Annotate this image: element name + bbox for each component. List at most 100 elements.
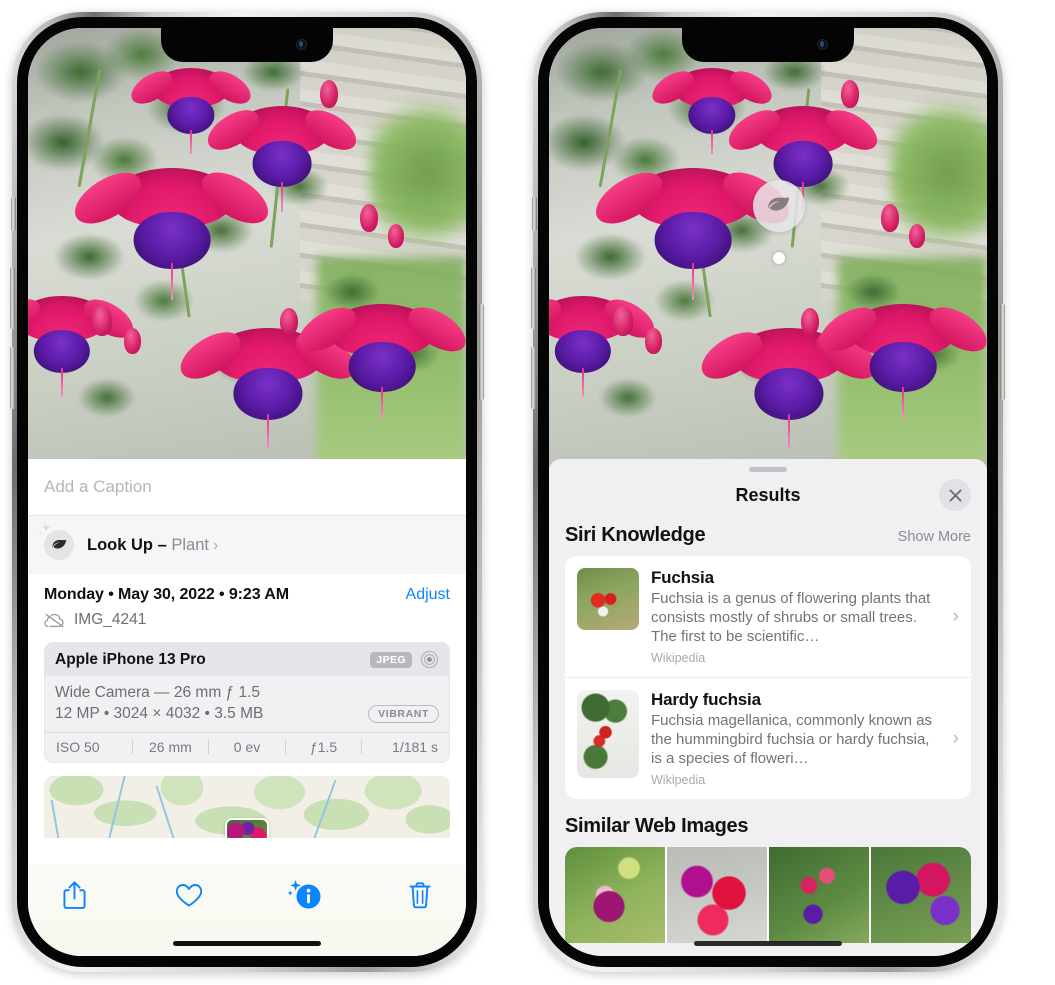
iphone-left-photo-info: Add a Caption Look Up – Plant › Monday •… (10, 12, 484, 972)
home-indicator[interactable] (173, 941, 321, 946)
knowledge-text: Fuchsia Fuchsia is a genus of flowering … (651, 568, 959, 665)
knowledge-source: Wikipedia (651, 651, 706, 666)
show-more-button[interactable]: Show More (898, 529, 971, 545)
photo-blossom (851, 304, 955, 420)
similar-image[interactable] (667, 847, 767, 944)
file-row: IMG_4241 (44, 604, 450, 629)
knowledge-description: Fuchsia is a genus of flowering plants t… (651, 590, 931, 646)
power-button[interactable] (1000, 304, 1005, 400)
map-section[interactable] (28, 776, 466, 838)
file-name: IMG_4241 (74, 611, 147, 628)
exif-shutter: 1/181 s (392, 739, 438, 755)
knowledge-source: Wikipedia (651, 773, 706, 788)
spec-line: 12 MP • 3024 × 4032 • 3.5 MB (55, 705, 264, 722)
volume-down-button[interactable] (10, 347, 15, 409)
caption-field[interactable]: Add a Caption (28, 459, 466, 516)
aperture-icon (420, 650, 439, 669)
front-camera-icon (296, 39, 307, 50)
photo-blossom (330, 304, 434, 420)
screen-right: Results Siri Knowledge Show More Fuchsia… (549, 28, 987, 956)
photo-bud (388, 224, 404, 248)
exif-aperture: ƒ1.5 (309, 739, 338, 755)
similar-image[interactable] (769, 847, 869, 944)
camera-badges: JPEG (370, 650, 439, 669)
look-up-dash: – (153, 535, 172, 554)
similar-web-images-strip[interactable] (565, 847, 971, 944)
results-header: Results (549, 472, 987, 518)
volume-up-button[interactable] (531, 267, 536, 329)
home-indicator[interactable] (694, 941, 842, 946)
screen-left: Add a Caption Look Up – Plant › Monday •… (28, 28, 466, 956)
photo-bud (320, 80, 338, 108)
knowledge-description: Fuchsia magellanica, commonly known as t… (651, 712, 932, 768)
photo-info-sheet: Add a Caption Look Up – Plant › Monday •… (28, 459, 466, 956)
date-row: Monday • May 30, 2022 • 9:23 AM Adjust (44, 574, 450, 604)
iphone-right-visual-lookup-results: Results Siri Knowledge Show More Fuchsia… (531, 12, 1005, 972)
look-up-label-group: Look Up – Plant › (87, 536, 218, 555)
photo-blossom (236, 106, 328, 212)
results-sheet: Results Siri Knowledge Show More Fuchsia… (549, 459, 987, 956)
adjust-button[interactable]: Adjust (406, 586, 450, 604)
visual-lookup-anchor-dot (773, 252, 785, 264)
leaf-icon (51, 539, 66, 549)
info-button[interactable] (285, 877, 325, 913)
mute-switch[interactable] (532, 197, 537, 231)
photo-blossom (154, 68, 228, 155)
photo-fuchsia[interactable] (28, 28, 466, 468)
photo-bud (645, 328, 662, 354)
visual-lookup-badge[interactable] (753, 180, 805, 232)
volume-up-button[interactable] (10, 267, 15, 329)
similar-image[interactable] (871, 847, 971, 944)
similar-image[interactable] (565, 847, 665, 944)
chevron-right-icon: › (952, 605, 959, 627)
photo-bud (881, 204, 899, 232)
photo-blossom (549, 296, 627, 397)
photo-blossom (28, 296, 106, 397)
screenshot-root: Add a Caption Look Up – Plant › Monday •… (0, 0, 1055, 985)
share-icon (62, 881, 86, 909)
location-map[interactable] (44, 776, 450, 838)
capture-date: Monday • May 30, 2022 • 9:23 AM (44, 586, 289, 603)
knowledge-thumbnail (577, 690, 639, 779)
lens-line: Wide Camera — 26 mm ƒ 1.5 (55, 684, 261, 701)
chevron-right-icon: › (212, 536, 219, 554)
photo-bud (360, 204, 378, 232)
knowledge-item[interactable]: Hardy fuchsia Fuchsia magellanica, commo… (565, 677, 971, 799)
mute-switch[interactable] (11, 197, 16, 231)
knowledge-text: Hardy fuchsia Fuchsia magellanica, commo… (651, 690, 959, 787)
photo-bud (92, 306, 112, 336)
power-button[interactable] (479, 304, 484, 400)
photo-bud (124, 328, 141, 354)
quality-badge: VIBRANT (368, 705, 439, 723)
camera-info-card: Apple iPhone 13 Pro JPEG Wide Camera — 2… (44, 642, 450, 763)
chevron-right-icon: › (952, 727, 959, 749)
knowledge-title: Hardy fuchsia (651, 690, 761, 710)
knowledge-title: Fuchsia (651, 568, 714, 587)
trash-icon (409, 881, 431, 908)
sparkle-icon (38, 523, 50, 535)
camera-card-header: Apple iPhone 13 Pro JPEG (45, 643, 449, 676)
notch (161, 28, 333, 62)
camera-card-body: Wide Camera — 26 mm ƒ 1.5 12 MP • 3024 ×… (45, 676, 449, 732)
photo-fuchsia[interactable] (549, 28, 987, 468)
close-icon (949, 489, 961, 501)
exif-iso: ISO 50 (56, 739, 100, 755)
knowledge-item[interactable]: Fuchsia Fuchsia is a genus of flowering … (565, 556, 971, 677)
exif-focal: 26 mm (148, 739, 192, 755)
photo-blossom (633, 168, 753, 300)
look-up-label: Look Up (87, 535, 153, 554)
exif-row: ISO 50 26 mm 0 ev ƒ1.5 1/181 s (45, 732, 449, 762)
info-sparkle-icon (287, 880, 321, 909)
leaf-icon-circle (38, 523, 74, 560)
favorite-button[interactable] (169, 877, 209, 913)
share-button[interactable] (54, 877, 94, 913)
look-up-row[interactable]: Look Up – Plant › (28, 516, 466, 574)
close-button[interactable] (939, 479, 971, 511)
photo-blossom (112, 168, 232, 300)
spec-line-row: 12 MP • 3024 × 4032 • 3.5 MB VIBRANT (55, 705, 439, 723)
volume-down-button[interactable] (531, 347, 536, 409)
map-pin-thumbnail (227, 820, 267, 838)
delete-button[interactable] (400, 877, 440, 913)
camera-device-name: Apple iPhone 13 Pro (55, 650, 206, 668)
map-photo-pin[interactable] (225, 818, 269, 838)
